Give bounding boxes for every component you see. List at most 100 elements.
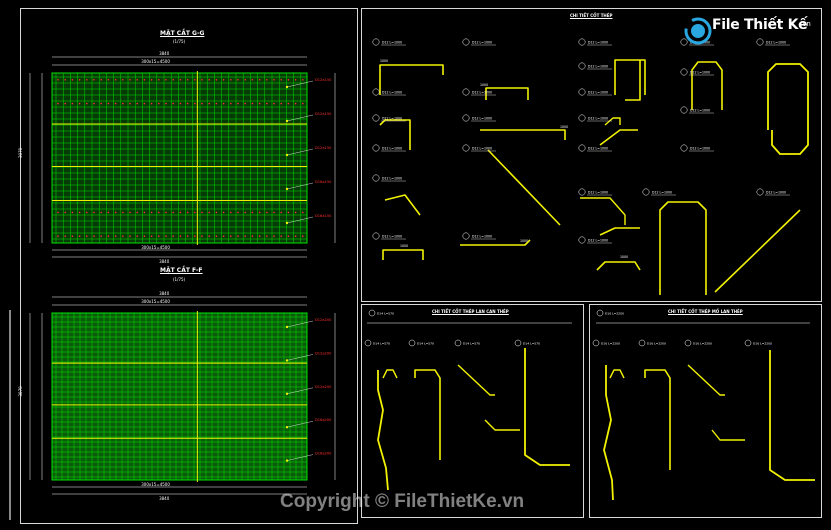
red-mark: [129, 211, 131, 214]
red-mark: [93, 235, 95, 237]
bar-mark: [578, 88, 586, 96]
red-mark: [172, 102, 174, 105]
bar-mark: [372, 38, 380, 46]
bar-mark: [454, 339, 462, 347]
red-mark: [150, 235, 153, 237]
red-mark: [273, 211, 275, 214]
red-mark: [258, 102, 261, 105]
red-mark: [71, 102, 74, 105]
bar-spec: D12 L=1000: [588, 239, 608, 243]
bar-mark: [684, 339, 692, 347]
leader-dot: [285, 221, 289, 225]
wall-bar: [769, 350, 815, 481]
red-mark: [78, 79, 81, 81]
rebar-bar: [480, 129, 566, 140]
red-mark: [129, 235, 131, 237]
bar-spec: D12 L=1000: [690, 109, 710, 113]
red-mark: [78, 211, 81, 214]
red-mark: [273, 79, 275, 81]
red-mark: [57, 79, 59, 81]
bar-spec: D12 L=1000: [690, 71, 710, 75]
red-mark: [64, 211, 66, 214]
bar-spec: D12 L=1000: [472, 147, 492, 151]
bar-mark: [408, 339, 416, 347]
dim-text: 1000: [520, 239, 528, 243]
red-mark: [71, 79, 74, 81]
bar-spec: D12 L=1000: [382, 147, 402, 151]
bar-mark: [744, 339, 752, 347]
red-mark: [208, 235, 210, 237]
bar-spec: D12 L=1000: [472, 41, 492, 45]
red-mark: [71, 235, 74, 237]
red-mark: [230, 102, 232, 105]
bar-mark: [578, 144, 586, 152]
red-mark: [194, 211, 196, 214]
dim-text: 3840: [159, 291, 170, 296]
red-mark: [251, 79, 254, 81]
red-mark: [86, 211, 88, 214]
bar-mark: [578, 62, 586, 70]
bar-mark: [578, 114, 586, 122]
dim-text: 3840: [159, 496, 170, 501]
red-mark: [100, 102, 102, 105]
red-mark: [208, 102, 210, 105]
dim-text: 3840: [159, 51, 170, 56]
red-mark: [287, 211, 290, 214]
red-mark: [107, 79, 110, 81]
bar-spec: D12 L=1000: [472, 117, 492, 121]
dim-text: 1000: [480, 83, 488, 87]
bar-mark: [514, 339, 522, 347]
rebar-bar: [599, 129, 638, 146]
red-mark: [287, 79, 290, 81]
callout-text: D16a150: [315, 180, 332, 184]
red-mark: [71, 211, 74, 214]
leader-dot: [285, 459, 289, 462]
leader-dot: [285, 85, 289, 89]
red-mark: [64, 102, 66, 105]
leader-dot: [285, 325, 289, 329]
bar-mark: [642, 188, 650, 196]
bent-bar: [714, 209, 801, 293]
red-mark: [57, 211, 59, 214]
red-mark: [258, 211, 261, 214]
red-mark: [57, 235, 59, 237]
dim-text: 3070: [18, 147, 23, 158]
bar-mark: [680, 144, 688, 152]
red-mark: [194, 235, 196, 237]
red-mark: [136, 211, 138, 214]
red-mark: [287, 102, 290, 105]
red-mark: [86, 102, 88, 105]
red-mark: [165, 79, 167, 81]
callout-text: D12a150: [315, 112, 332, 116]
red-mark: [86, 235, 88, 237]
bar-spec: D16 L=2200: [693, 342, 712, 346]
red-mark: [237, 211, 239, 214]
red-mark: [302, 102, 304, 105]
callout-text: D16a200: [315, 452, 332, 456]
red-mark: [158, 102, 160, 105]
red-mark: [244, 235, 246, 237]
leader-dot: [285, 426, 289, 429]
red-mark: [122, 79, 124, 81]
red-mark: [114, 102, 117, 105]
red-mark: [186, 79, 189, 81]
red-mark: [78, 102, 81, 105]
red-mark: [150, 102, 153, 105]
bar-spec: D12 L=1000: [382, 41, 402, 45]
red-mark: [208, 211, 210, 214]
logo-name: File Thiết Kế: [712, 17, 808, 33]
red-mark: [122, 211, 124, 214]
wall-bar: [414, 369, 441, 460]
dim-text: 1000: [380, 59, 388, 63]
bar-spec: D12 L=1000: [382, 117, 402, 121]
dim-text: 1000: [620, 255, 628, 259]
bar-spec: D12 L=1000: [690, 147, 710, 151]
red-mark: [186, 102, 189, 105]
red-mark: [158, 235, 160, 237]
l-bar: [625, 60, 641, 101]
red-mark: [201, 235, 203, 237]
red-mark: [230, 235, 232, 237]
red-mark: [237, 79, 239, 81]
callout-text: D12a200: [315, 351, 332, 355]
red-mark: [244, 211, 246, 214]
